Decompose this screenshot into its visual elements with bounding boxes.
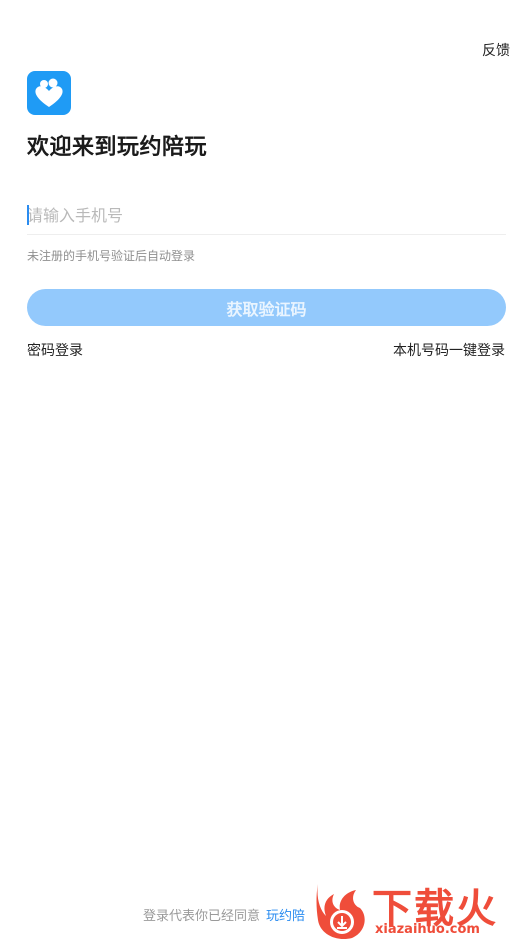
watermark-url: xiazaihuo.com [375,922,480,937]
welcome-title: 欢迎来到玩约陪玩 [27,135,208,160]
one-click-login-link[interactable]: 本机号码一键登录 [393,340,505,360]
text-caret [27,205,29,225]
get-code-button[interactable]: 获取验证码 [27,289,506,326]
watermark-flame-icon [316,884,365,940]
phone-input[interactable] [27,196,506,234]
agreement-link[interactable]: 玩约陪 [266,909,305,924]
phone-field [27,196,506,235]
agreement-text: 登录代表你已经同意 [143,909,261,924]
auto-register-hint: 未注册的手机号验证后自动登录 [27,249,196,263]
watermark: 下载火 xiazaihuo.com [310,874,528,942]
app-logo-icon [27,71,71,115]
password-login-link[interactable]: 密码登录 [27,340,83,360]
agreement: 登录代表你已经同意 玩约陪 [143,905,305,924]
feedback-link[interactable]: 反馈 [482,40,510,60]
